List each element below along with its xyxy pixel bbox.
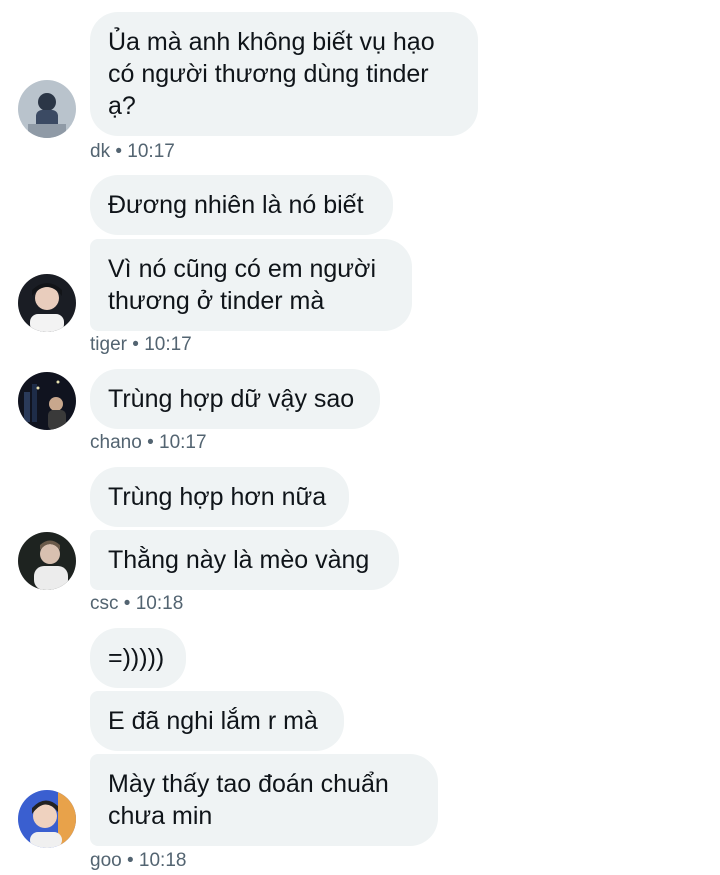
avatar-chano[interactable]	[18, 372, 76, 430]
message-time: 10:18	[135, 593, 184, 614]
message-bubble[interactable]: Trùng hợp dữ vậy sao	[90, 369, 380, 429]
meta-separator: •	[126, 850, 134, 871]
sender-name: goo	[90, 850, 122, 871]
sender-name: chano	[90, 432, 142, 453]
meta-separator: •	[132, 334, 139, 355]
sender-name: tiger	[90, 334, 127, 355]
meta-separator: •	[115, 141, 123, 162]
message-bubble[interactable]: Ủa mà anh không biết vụ hạo có người thư…	[90, 12, 478, 136]
message-bubble[interactable]: Đương nhiên là nó biết	[90, 175, 393, 235]
message-time: 10:17	[144, 334, 192, 355]
message-bubble[interactable]: Thằng này là mèo vàng	[90, 530, 399, 590]
avatar-csc[interactable]	[18, 532, 76, 590]
message-meta: dk • 10:17	[90, 141, 175, 163]
meta-separator: •	[123, 593, 131, 614]
message-bubble[interactable]: Mày thấy tao đoán chuẩn chưa min	[90, 754, 438, 846]
message-meta: chano • 10:17	[90, 432, 207, 454]
avatar-dk[interactable]	[18, 80, 76, 138]
sender-name: dk	[90, 141, 111, 162]
avatar-goo[interactable]	[18, 790, 76, 848]
message-bubble[interactable]: =)))))	[90, 628, 186, 688]
message-bubble[interactable]: Trùng hợp hơn nữa	[90, 467, 349, 527]
message-time: 10:17	[159, 432, 207, 453]
message-bubble[interactable]: Vì nó cũng có em người thương ở tinder m…	[90, 239, 412, 331]
message-time: 10:18	[138, 850, 187, 871]
message-bubble[interactable]: E đã nghi lắm r mà	[90, 691, 344, 751]
message-meta: csc • 10:18	[90, 593, 183, 615]
sender-name: csc	[90, 593, 119, 614]
message-meta: goo • 10:18	[90, 850, 186, 872]
message-time: 10:17	[127, 141, 175, 162]
avatar-tiger[interactable]	[18, 274, 76, 332]
meta-separator: •	[147, 432, 154, 453]
message-meta: tiger • 10:17	[90, 334, 192, 356]
